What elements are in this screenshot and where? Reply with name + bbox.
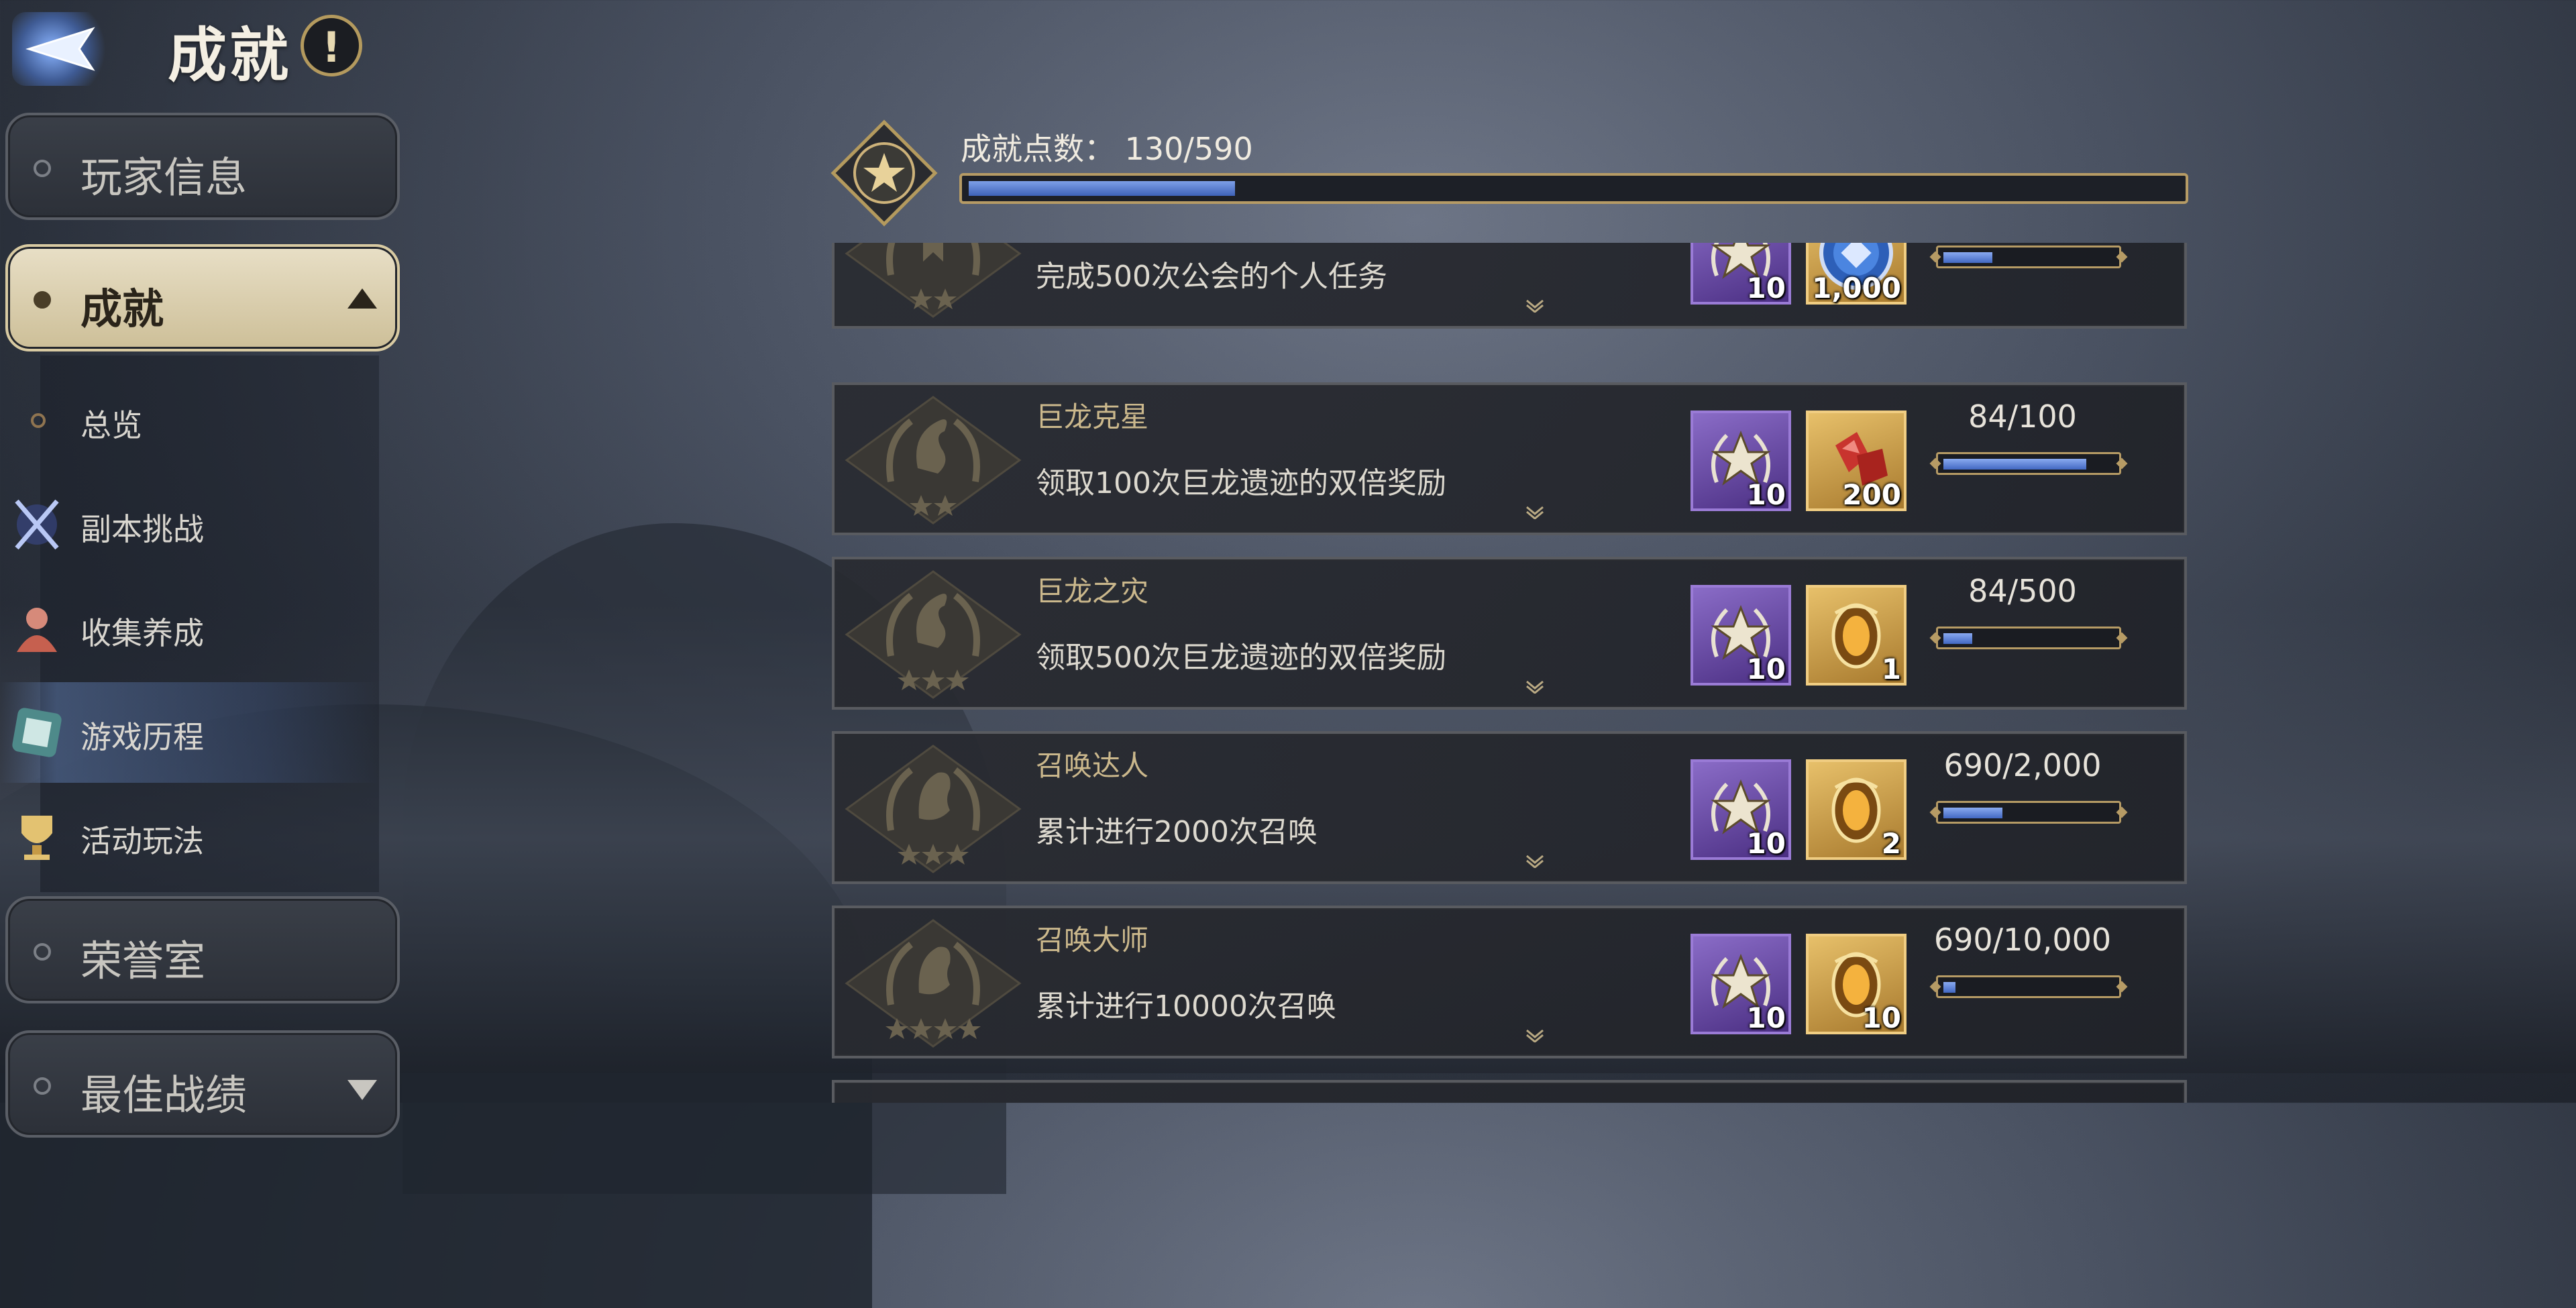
progress-text: 690/2,000 xyxy=(1943,747,2102,783)
reward-quantity: 1 xyxy=(1881,653,1901,686)
progress-fill xyxy=(1943,459,2086,470)
achievement-description: 累计进行2000次召唤 xyxy=(1036,815,1318,849)
reward-achievement-points[interactable]: 10 xyxy=(1690,759,1791,860)
expand-chevron-icon[interactable] xyxy=(1525,1029,1544,1042)
nav-label: 荣誉室 xyxy=(80,936,206,985)
reward-item[interactable]: 1,000 xyxy=(1806,243,1907,305)
achievement-name: 召唤大师 xyxy=(1036,924,1149,957)
achievement-row[interactable]: 巨龙之灾 领取500次巨龙遗迹的双倍奖励 10 1 84/500 xyxy=(832,557,2187,710)
achievement-points-fill xyxy=(969,181,1235,196)
achievement-list[interactable]: 公会精英 完成500次公会的个人任务 10 1,000 143/500 xyxy=(829,243,2191,1103)
achievement-row[interactable]: 召唤达人 累计进行2000次召唤 10 2 690/2,000 xyxy=(832,731,2187,884)
bullet-icon xyxy=(34,160,51,177)
sub-nav-dungeon[interactable]: 副本挑战 xyxy=(0,474,379,575)
dungeon-swords-icon xyxy=(15,499,59,550)
expand-chevron-icon[interactable] xyxy=(1525,855,1544,868)
achievement-points-emblem-icon xyxy=(830,119,938,227)
page-title: 成就 xyxy=(168,21,292,90)
achievement-row[interactable]: 公会精英 完成500次公会的个人任务 10 1,000 143/500 xyxy=(832,243,2187,329)
collection-icon xyxy=(17,608,57,652)
nav-label: 玩家信息 xyxy=(80,153,248,202)
reward-quantity: 10 xyxy=(1862,1001,1901,1034)
progress-text: 84/500 xyxy=(1968,573,2077,609)
bullet-icon xyxy=(34,291,51,309)
progress-fill xyxy=(1943,808,2002,818)
achievement-description: 累计进行10000次召唤 xyxy=(1036,989,1336,1024)
nav-label: 最佳战绩 xyxy=(80,1071,248,1120)
progress-bar xyxy=(1936,452,2121,475)
sub-nav-collection[interactable]: 收集养成 xyxy=(0,578,379,679)
achievement-name: 巨龙克星 xyxy=(1036,400,1149,433)
progress-fill xyxy=(1943,982,1955,993)
sub-nav-label: 总览 xyxy=(80,407,142,443)
nav-label: 成就 xyxy=(80,284,164,333)
achievement-emblem-icon xyxy=(844,243,1022,319)
progress-fill xyxy=(1943,633,1972,644)
achievement-name: 召唤达人 xyxy=(1036,749,1149,782)
reward-achievement-points[interactable]: 10 xyxy=(1690,934,1791,1034)
achievement-name: 巨龙之灾 xyxy=(1036,575,1149,608)
progress-bar xyxy=(1936,801,2121,824)
trophy-icon xyxy=(21,816,52,860)
reward-achievement-points[interactable]: 10 xyxy=(1690,243,1791,305)
progress-text: 84/100 xyxy=(1968,398,2077,435)
reward-achievement-points[interactable]: 10 xyxy=(1690,585,1791,686)
progress-fill xyxy=(1943,252,1992,263)
sub-nav-overview[interactable]: 总览 xyxy=(0,370,379,471)
sub-nav-label: 副本挑战 xyxy=(80,511,204,547)
achievement-emblem-icon xyxy=(844,918,1022,1049)
nav-player-info[interactable]: 玩家信息 xyxy=(5,113,400,220)
progress-bar xyxy=(1936,626,2121,649)
achievement-description: 领取100次巨龙遗迹的双倍奖励 xyxy=(1036,466,1446,500)
achievement-description: 领取500次巨龙遗迹的双倍奖励 xyxy=(1036,641,1446,675)
back-button[interactable] xyxy=(12,12,113,86)
bullet-icon xyxy=(34,943,51,961)
achievement-emblem-icon xyxy=(844,394,1022,526)
reward-quantity: 1,000 xyxy=(1812,272,1901,305)
collapse-caret-icon xyxy=(347,288,377,309)
reward-quantity: 200 xyxy=(1842,478,1901,511)
back-arrow-icon xyxy=(25,27,95,71)
info-button[interactable]: ! xyxy=(301,15,362,76)
reward-achievement-points[interactable]: 10 xyxy=(1690,411,1791,511)
achievement-row[interactable] xyxy=(832,1080,2187,1103)
bullet-icon xyxy=(34,1077,51,1095)
achievement-points-label: 成就点数： 130/590 xyxy=(961,131,1253,167)
expand-chevron-icon[interactable] xyxy=(1525,506,1544,519)
reward-quantity: 10 xyxy=(1746,272,1786,305)
expand-chevron-icon[interactable] xyxy=(1525,299,1544,313)
journey-icon xyxy=(12,708,62,757)
reward-item[interactable]: 1 xyxy=(1806,585,1907,686)
reward-quantity: 10 xyxy=(1746,1001,1786,1034)
sub-nav-label: 活动玩法 xyxy=(80,823,204,859)
achievement-points-bar xyxy=(959,173,2188,204)
expand-chevron-icon[interactable] xyxy=(1525,680,1544,694)
sub-nav-journey[interactable]: 游戏历程 xyxy=(0,682,379,783)
progress-bar xyxy=(1936,246,2121,268)
achievement-row[interactable]: 巨龙克星 领取100次巨龙遗迹的双倍奖励 10 200 84/100 xyxy=(832,382,2187,535)
achievement-emblem-icon xyxy=(844,569,1022,700)
achievement-emblem-icon xyxy=(844,743,1022,875)
achievement-row[interactable]: 召唤大师 累计进行10000次召唤 10 10 690/10,000 xyxy=(832,906,2187,1058)
progress-text: 690/10,000 xyxy=(1933,922,2112,958)
reward-item[interactable]: 2 xyxy=(1806,759,1907,860)
progress-bar xyxy=(1936,975,2121,998)
reward-quantity: 10 xyxy=(1746,478,1786,511)
reward-item[interactable]: 10 xyxy=(1806,934,1907,1034)
nav-best-records[interactable]: 最佳战绩 xyxy=(5,1030,400,1138)
reward-item[interactable]: 200 xyxy=(1806,411,1907,511)
sub-nav-events[interactable]: 活动玩法 xyxy=(0,786,379,887)
nav-achievements[interactable]: 成就 xyxy=(5,244,400,351)
reward-quantity: 10 xyxy=(1746,653,1786,686)
reward-quantity: 10 xyxy=(1746,827,1786,860)
sub-nav-label: 收集养成 xyxy=(80,615,204,651)
achievement-description: 完成500次公会的个人任务 xyxy=(1036,260,1387,294)
expand-caret-icon xyxy=(347,1080,377,1100)
sub-nav-label: 游戏历程 xyxy=(80,719,204,755)
reward-quantity: 2 xyxy=(1881,827,1901,860)
bullet-icon xyxy=(31,413,46,428)
nav-honor-hall[interactable]: 荣誉室 xyxy=(5,896,400,1003)
